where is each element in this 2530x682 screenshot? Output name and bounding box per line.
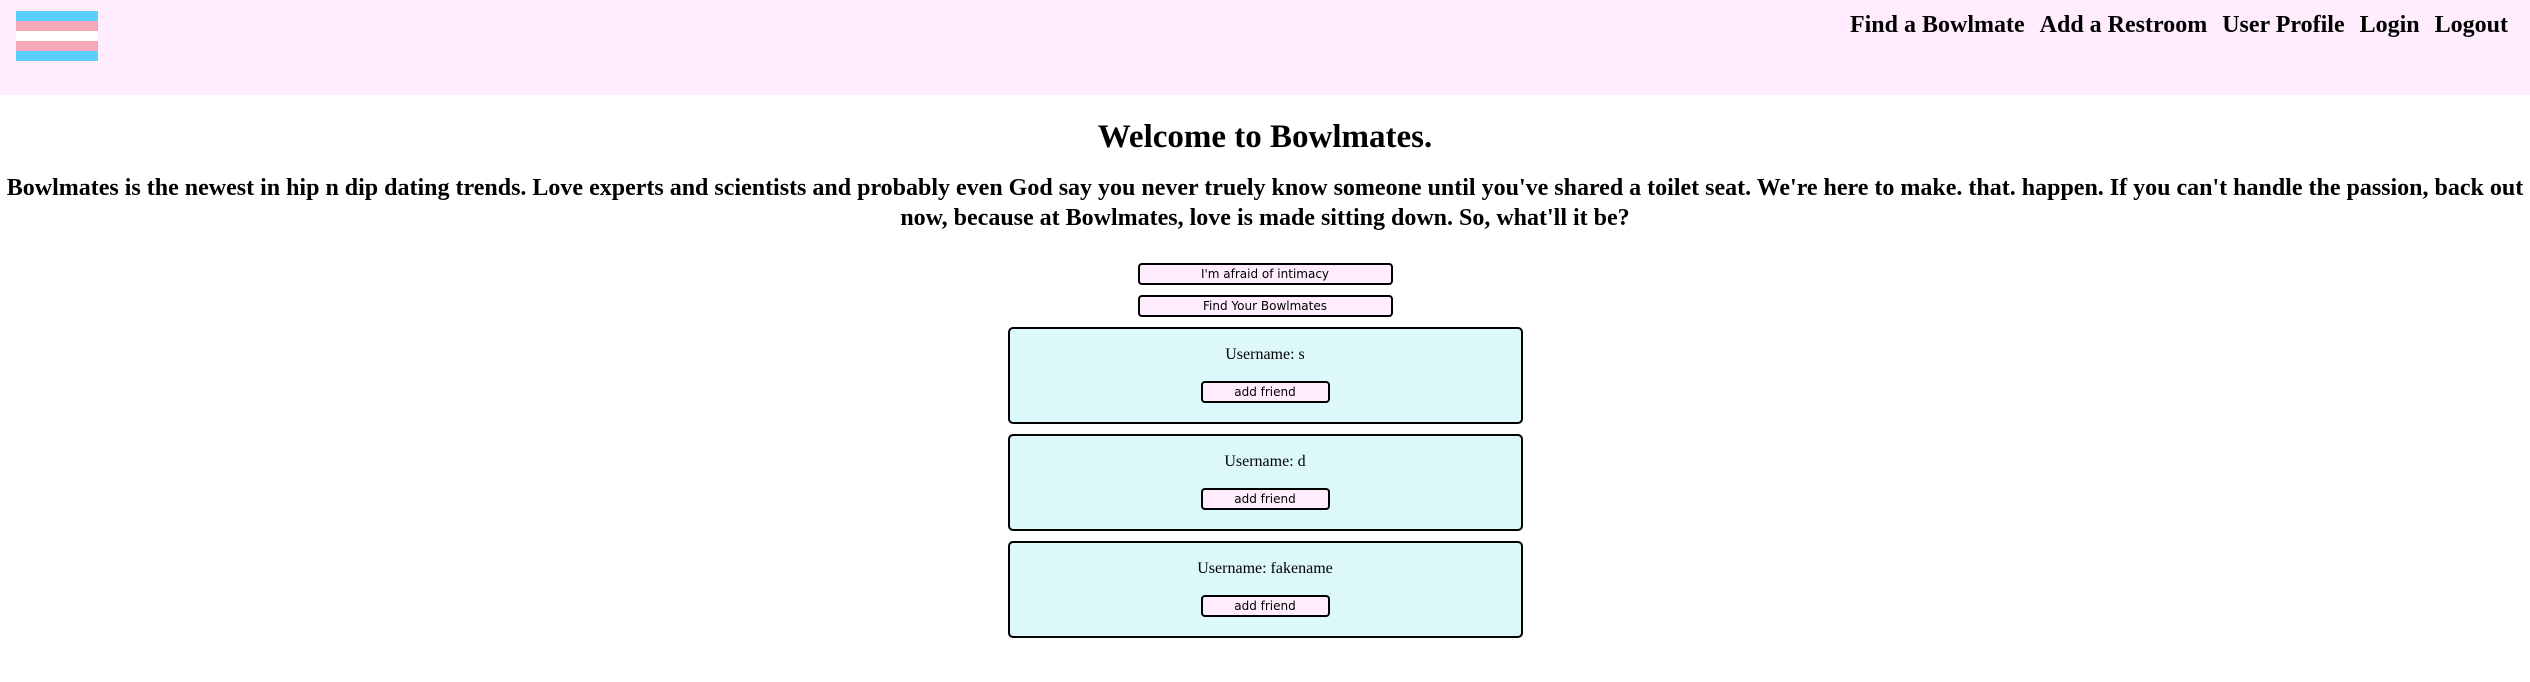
navbar: Find a Bowlmate Add a Restroom User Prof… xyxy=(0,0,2530,95)
user-list: Username: s add friend Username: d add f… xyxy=(0,327,2530,638)
nav-link-login[interactable]: Login xyxy=(2360,11,2420,39)
nav-link-logout[interactable]: Logout xyxy=(2435,11,2508,39)
nav-link-find-bowlmate[interactable]: Find a Bowlmate xyxy=(1850,11,2025,39)
username-label: Username: fakename xyxy=(1197,560,1333,577)
add-friend-button[interactable]: add friend xyxy=(1200,381,1330,403)
trans-flag-icon xyxy=(16,11,98,61)
page-title: Welcome to Bowlmates. xyxy=(1097,119,1433,155)
user-card: Username: s add friend xyxy=(1007,327,1523,424)
nav-link-user-profile[interactable]: User Profile xyxy=(2222,11,2344,39)
username-label: Username: s xyxy=(1225,346,1305,363)
afraid-of-intimacy-button[interactable]: I'm afraid of intimacy xyxy=(1137,263,1393,285)
intro-text: Bowlmates is the newest in hip n dip dat… xyxy=(6,175,2524,231)
user-card: Username: fakename add friend xyxy=(1007,541,1523,638)
add-friend-button[interactable]: add friend xyxy=(1200,488,1330,510)
nav-link-add-restroom[interactable]: Add a Restroom xyxy=(2040,11,2208,39)
username-label: Username: d xyxy=(1224,453,1306,470)
nav-links: Find a Bowlmate Add a Restroom User Prof… xyxy=(1850,11,2508,39)
find-bowlmates-button[interactable]: Find Your Bowlmates xyxy=(1137,295,1393,317)
action-buttons: I'm afraid of intimacy Find Your Bowlmat… xyxy=(0,263,2530,317)
main-content: Welcome to Bowlmates. Bowlmates is the n… xyxy=(0,95,2530,638)
add-friend-button[interactable]: add friend xyxy=(1200,595,1330,617)
user-card: Username: d add friend xyxy=(1007,434,1523,531)
